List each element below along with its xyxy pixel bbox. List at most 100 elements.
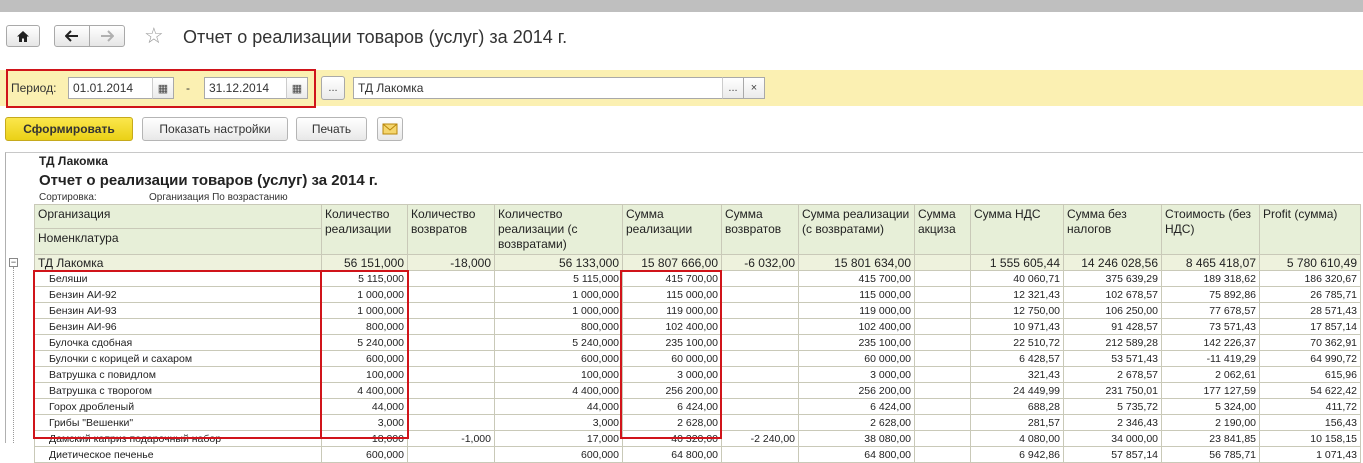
value-cell: 688,28 xyxy=(970,398,1064,415)
value-cell: 100,000 xyxy=(494,366,623,383)
value-cell xyxy=(407,318,495,335)
value-cell xyxy=(721,350,799,367)
value-cell: 1 071,43 xyxy=(1259,446,1361,463)
value-cell: 375 639,29 xyxy=(1063,270,1162,287)
total-row[interactable]: ТД Лакомка 56 151,000 -18,000 56 133,000 15 … xyxy=(34,254,1361,271)
print-button[interactable]: Печать xyxy=(296,117,367,141)
value-cell xyxy=(914,334,971,351)
column-header[interactable]: Сумма акциза xyxy=(914,204,971,255)
forward-button[interactable] xyxy=(89,25,125,47)
value-cell: 800,000 xyxy=(494,318,623,335)
value-cell xyxy=(407,366,495,383)
value-cell: -11 419,29 xyxy=(1161,350,1260,367)
value-cell xyxy=(914,270,971,287)
value-cell: 64 800,00 xyxy=(622,446,722,463)
star-icon[interactable]: ☆ xyxy=(144,24,164,48)
value-cell xyxy=(407,302,495,319)
value-cell xyxy=(407,382,495,399)
value-cell: 2 346,43 xyxy=(1063,414,1162,431)
header-organization: Организация xyxy=(35,206,321,229)
column-header[interactable]: Сумма НДС xyxy=(970,204,1064,255)
column-header[interactable]: Сумма реализации xyxy=(622,204,722,255)
value-cell xyxy=(914,366,971,383)
value-cell: 34 000,00 xyxy=(1063,430,1162,447)
period-select-button[interactable]: ... xyxy=(321,76,345,100)
value-cell xyxy=(407,350,495,367)
value-cell: 119 000,00 xyxy=(798,302,915,319)
page-title: Отчет о реализации товаров (услуг) за 20… xyxy=(183,27,568,47)
collapse-group-icon[interactable]: − xyxy=(9,258,18,267)
value-cell: 4 080,00 xyxy=(970,430,1064,447)
item-name: ТД Лакомка xyxy=(34,254,322,271)
organization-select-button[interactable]: ... xyxy=(722,77,744,99)
value-cell: -1,000 xyxy=(407,430,495,447)
column-header[interactable]: Стоимость (без НДС) xyxy=(1161,204,1260,255)
value-cell: 102 400,00 xyxy=(798,318,915,335)
home-button[interactable] xyxy=(6,25,40,47)
value-cell: 26 785,71 xyxy=(1259,286,1361,303)
value-cell: 186 320,67 xyxy=(1259,270,1361,287)
value-cell: 235 100,00 xyxy=(798,334,915,351)
value-cell xyxy=(721,382,799,399)
header-org-cell: Организация Номенклатура xyxy=(34,204,322,255)
arrow-right-icon xyxy=(101,30,114,42)
value-cell: 106 250,00 xyxy=(1063,302,1162,319)
calendar-icon[interactable]: ▦ xyxy=(152,77,174,99)
period-dash: - xyxy=(186,81,190,95)
value-cell: 142 226,37 xyxy=(1161,334,1260,351)
calendar-icon[interactable]: ▦ xyxy=(286,77,308,99)
value-cell: 5 780 610,49 xyxy=(1259,254,1361,271)
column-header[interactable]: Profit (сумма) xyxy=(1259,204,1361,255)
column-header[interactable]: Сумма возвратов xyxy=(721,204,799,255)
value-cell xyxy=(721,446,799,463)
value-cell: 64 800,00 xyxy=(798,446,915,463)
organization-field[interactable]: ТД Лакомка xyxy=(353,77,765,99)
value-cell xyxy=(914,430,971,447)
value-cell: -6 032,00 xyxy=(721,254,799,271)
value-cell: 24 449,99 xyxy=(970,382,1064,399)
column-header[interactable]: Количество реализации xyxy=(321,204,408,255)
value-cell xyxy=(914,382,971,399)
arrow-left-icon xyxy=(65,30,78,42)
column-header[interactable]: Сумма реализации (с возвратами) xyxy=(798,204,915,255)
value-cell: 12 750,00 xyxy=(970,302,1064,319)
value-cell: 53 571,43 xyxy=(1063,350,1162,367)
value-cell xyxy=(407,286,495,303)
sum-highlight xyxy=(620,270,722,439)
value-cell xyxy=(407,398,495,415)
show-settings-button[interactable]: Показать настройки xyxy=(142,117,288,141)
table-row[interactable]: Диетическое печенье 600,000 600,000 64 800,… xyxy=(34,446,1361,463)
value-cell xyxy=(721,398,799,415)
tree-line xyxy=(13,267,15,443)
value-cell: 56 785,71 xyxy=(1161,446,1260,463)
value-cell: 256 200,00 xyxy=(798,382,915,399)
generate-button[interactable]: Сформировать xyxy=(5,117,133,141)
value-cell xyxy=(407,270,495,287)
value-cell: 600,000 xyxy=(494,350,623,367)
value-cell: 2 628,00 xyxy=(798,414,915,431)
value-cell: 2 678,57 xyxy=(1063,366,1162,383)
value-cell: 6 942,86 xyxy=(970,446,1064,463)
value-cell: 1 000,000 xyxy=(494,302,623,319)
column-header[interactable]: Сумма без налогов xyxy=(1063,204,1162,255)
value-cell: 10 158,15 xyxy=(1259,430,1361,447)
value-cell: 15 801 634,00 xyxy=(798,254,915,271)
clear-icon[interactable]: × xyxy=(743,77,765,99)
column-header[interactable]: Количество реализации (с возвратами) xyxy=(494,204,623,255)
date-to-value: 31.12.2014 xyxy=(209,81,270,95)
value-cell: 73 571,43 xyxy=(1161,318,1260,335)
table-header-row: Организация Номенклатура Количество реал… xyxy=(34,204,1361,255)
value-cell: 231 750,01 xyxy=(1063,382,1162,399)
value-cell xyxy=(721,286,799,303)
send-email-button[interactable] xyxy=(377,117,403,141)
back-button[interactable] xyxy=(54,25,90,47)
value-cell: 212 589,28 xyxy=(1063,334,1162,351)
value-cell: -18,000 xyxy=(407,254,495,271)
value-cell xyxy=(721,270,799,287)
value-cell: 57 857,14 xyxy=(1063,446,1162,463)
column-header[interactable]: Количество возвратов xyxy=(407,204,495,255)
value-cell: 54 622,42 xyxy=(1259,382,1361,399)
value-cell: 77 678,57 xyxy=(1161,302,1260,319)
value-cell xyxy=(914,286,971,303)
value-cell: 6 424,00 xyxy=(798,398,915,415)
